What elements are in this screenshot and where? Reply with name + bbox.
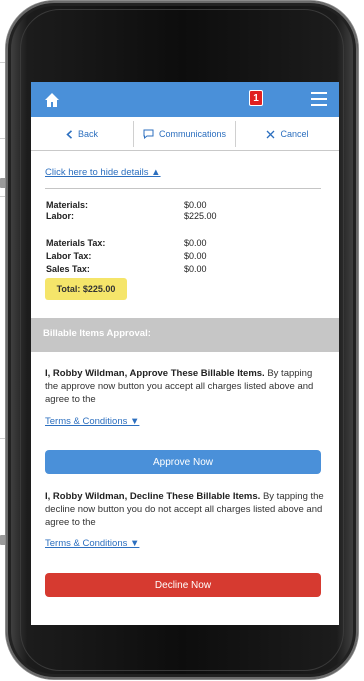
approve-now-button[interactable]: Approve Now xyxy=(45,450,321,474)
materials-tax-value: $0.00 xyxy=(184,238,207,248)
materials-tax-label: Materials Tax: xyxy=(46,238,106,248)
approve-statement: I, Robby Wildman, Approve These Billable… xyxy=(45,367,327,406)
terms-link-decline[interactable]: Terms & Conditions ▼ xyxy=(45,538,139,549)
labor-label: Labor: xyxy=(46,211,74,221)
sales-tax-label: Sales Tax: xyxy=(46,264,90,274)
chevron-left-icon xyxy=(66,129,73,139)
labor-tax-label: Labor Tax: xyxy=(46,251,92,261)
decline-now-button[interactable]: Decline Now xyxy=(45,573,321,597)
approve-statement-bold: I, Robby Wildman, Approve These Billable… xyxy=(45,368,265,379)
back-button[interactable]: Back xyxy=(31,118,133,150)
cancel-label: Cancel xyxy=(280,129,309,139)
close-icon xyxy=(267,130,275,138)
notification-badge[interactable]: 1 xyxy=(249,90,263,106)
communications-label: Communications xyxy=(158,129,227,139)
labor-value: $225.00 xyxy=(184,211,217,221)
menu-button[interactable] xyxy=(311,92,327,106)
home-icon xyxy=(45,93,59,107)
details-divider xyxy=(45,188,321,189)
back-label: Back xyxy=(77,129,98,139)
chat-icon xyxy=(143,129,154,139)
communications-button[interactable]: Communications xyxy=(134,118,235,150)
terms-link-approve[interactable]: Terms & Conditions ▼ xyxy=(45,416,139,427)
app-header: 1 xyxy=(31,82,339,117)
decline-statement: I, Robby Wildman, Decline These Billable… xyxy=(45,490,327,529)
total-badge: Total: $225.00 xyxy=(45,278,127,300)
labor-tax-value: $0.00 xyxy=(184,251,207,261)
approval-section-title: Billable Items Approval: xyxy=(43,328,151,339)
materials-value: $0.00 xyxy=(184,200,207,210)
materials-label: Materials: xyxy=(46,200,89,210)
decline-statement-bold: I, Robby Wildman, Decline These Billable… xyxy=(45,491,261,502)
cancel-button[interactable]: Cancel xyxy=(236,118,339,150)
action-nav: Back Communications Cancel xyxy=(31,118,339,151)
home-button[interactable] xyxy=(43,91,61,109)
hide-details-link[interactable]: Click here to hide details ▲ xyxy=(45,167,161,178)
sales-tax-value: $0.00 xyxy=(184,264,207,274)
app-screen: 1 Back Communications Cancel Click here … xyxy=(31,82,339,625)
